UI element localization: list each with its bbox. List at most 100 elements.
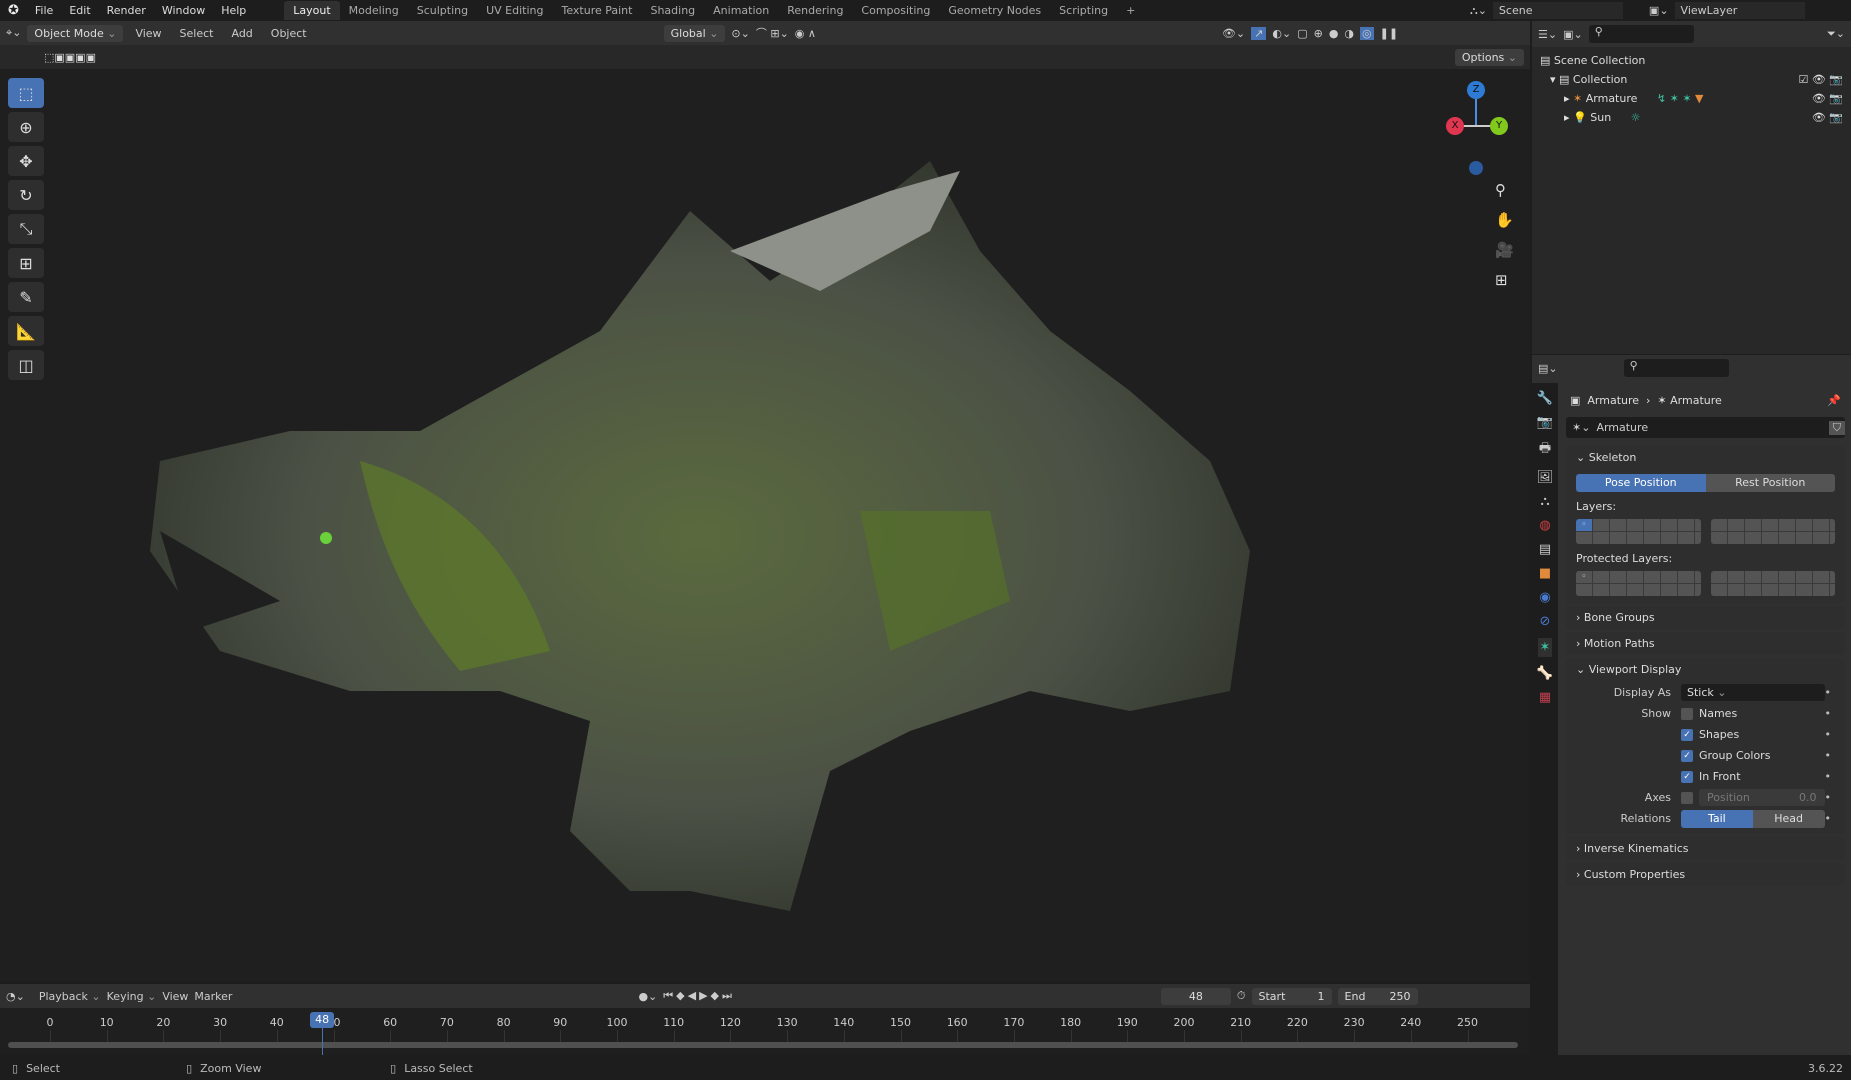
bone-tab-icon[interactable]: 🦴 [1537,666,1553,681]
menu-help[interactable]: Help [213,4,254,17]
3d-viewport[interactable]: ⌖⌄ Object Mode View Select Add Object Gl… [0,21,1530,981]
gizmo-y[interactable]: Y [1490,117,1508,135]
orientation-select[interactable]: Global [663,24,726,42]
workspace-tab-compositing[interactable]: Compositing [852,1,939,20]
workspace-tab-scripting[interactable]: Scripting [1050,1,1117,20]
proportional-edit-icon[interactable]: ◉ ∧ [795,27,816,40]
outliner-search[interactable]: ⚲ [1588,25,1694,43]
layer-cell[interactable] [1727,584,1744,596]
layer-cell[interactable] [1678,571,1694,583]
shading-wireframe-icon[interactable]: ⊕ [1314,27,1323,40]
workspace-tab-sculpting[interactable]: Sculpting [408,1,477,20]
layer-cell[interactable] [1812,584,1829,596]
workspace-tab-geometry-nodes[interactable]: Geometry Nodes [939,1,1050,20]
relations-tail-button[interactable]: Tail [1681,809,1753,828]
armature-row[interactable]: ▸ ✶ Armature ↯ ✶ ✶ ▼ 👁 📷 [1540,89,1843,108]
shading-material-icon[interactable]: ◑ [1344,27,1354,40]
layer-cell[interactable] [1678,532,1694,544]
texture-tab-icon[interactable]: ▦ [1539,690,1551,705]
layer-cell[interactable] [1744,571,1761,583]
display-as-select[interactable]: Stick [1681,684,1825,701]
workspace-tab-rendering[interactable]: Rendering [778,1,852,20]
shading-rendered-icon[interactable]: ◎ [1360,26,1374,40]
layer-cell[interactable] [1610,519,1626,531]
view-layer-tab-icon[interactable]: 🖼 [1537,470,1554,485]
protected-layers-grid[interactable]: ◦ [1576,571,1835,596]
pose-position-button[interactable]: Pose Position [1576,474,1706,492]
annotate-icon[interactable]: ✎ [8,282,44,312]
layer-cell[interactable] [1761,519,1778,531]
filter-view-icon[interactable]: ▣⌄ [1563,28,1583,41]
output-tab-icon[interactable]: 🖶 [1539,439,1551,461]
layer-cell[interactable] [1812,571,1829,583]
timeline-editor-icon[interactable]: ◔⌄ [6,990,25,1003]
layer-cell[interactable] [1610,532,1626,544]
layer-cell[interactable] [1627,571,1643,583]
layer-cell[interactable]: ◦ [1576,571,1592,583]
rest-position-button[interactable]: Rest Position [1705,474,1835,492]
layer-cell[interactable] [1576,532,1592,544]
workspace-tab--[interactable]: + [1117,1,1144,20]
rotate-icon[interactable]: ↻ [8,180,44,210]
menu-file[interactable]: File [27,4,61,17]
shading-solid-icon[interactable]: ● [1329,27,1339,40]
layer-cell[interactable] [1761,532,1778,544]
layer-cell[interactable] [1778,571,1795,583]
layer-cell[interactable] [1576,584,1592,596]
layer-cell[interactable] [1661,571,1677,583]
layer-cell[interactable] [1695,519,1701,531]
pin-icon[interactable]: 📌 [1827,394,1841,407]
layers-grid[interactable]: ◦ [1576,519,1835,544]
scene-field[interactable]: Scene [1492,2,1623,19]
layer-cell[interactable] [1593,519,1609,531]
zoom-icon[interactable]: ⚲ [1495,181,1514,199]
timeline-ruler[interactable]: 0102030405060708090100110120130140150160… [0,1008,1530,1055]
properties-search[interactable]: ⚲ [1623,359,1729,377]
group-colors-checkbox[interactable]: ✓ [1681,749,1693,762]
scene-tab-icon[interactable]: ⛬ [1540,494,1549,509]
xray-icon[interactable]: ▢ [1297,27,1307,40]
blender-logo-icon[interactable]: ✪ [0,3,27,18]
workspace-tab-modeling[interactable]: Modeling [340,1,408,20]
layer-cell[interactable] [1778,532,1795,544]
layer-cell[interactable] [1644,519,1660,531]
ortho-grid-icon[interactable]: ⊞ [1495,271,1514,289]
tool-tab-icon[interactable]: 🔧 [1537,391,1553,406]
options-button[interactable]: Options [1454,48,1524,66]
transform-icon[interactable]: ⊞ [8,248,44,278]
turtle-model[interactable] [130,131,1280,911]
layer-cell[interactable] [1710,571,1727,583]
layer-cell[interactable] [1710,532,1727,544]
workspace-tab-uv-editing[interactable]: UV Editing [477,1,552,20]
navigation-gizmo[interactable]: Z X Y [1440,76,1515,176]
layer-cell[interactable] [1761,571,1778,583]
object-tab-icon[interactable]: ■ [1539,566,1551,581]
timeline-view-menu[interactable]: View [162,990,188,1003]
pivot-icon[interactable]: ⊙⌄ [731,27,749,40]
view-layer-icon[interactable]: ▣⌄ [1649,4,1669,17]
layer-cell[interactable] [1727,571,1744,583]
workspace-tab-layout[interactable]: Layout [284,1,340,20]
layer-cell[interactable] [1829,519,1835,531]
bone-groups-panel[interactable]: › Bone Groups [1566,606,1845,629]
layer-cell[interactable] [1644,584,1660,596]
filter-icon[interactable]: ⏷⌄ [1827,27,1845,41]
axes-checkbox[interactable] [1681,791,1693,804]
collection-tab-icon[interactable]: ▤ [1539,542,1551,557]
viewport-display-header[interactable]: ⌄ Viewport Display [1576,663,1835,676]
gizmo-z[interactable]: Z [1467,81,1485,99]
playback-menu[interactable]: Playback [39,990,101,1003]
layer-cell[interactable] [1829,584,1835,596]
record-icon[interactable]: ●⌄ [638,990,657,1003]
layer-cell[interactable] [1710,519,1727,531]
layer-cell[interactable] [1593,584,1609,596]
physics-tab-icon[interactable]: ◉ [1539,590,1550,605]
selection-mode-icons[interactable]: ⬚▣▣▣▣ [44,51,96,64]
layer-cell[interactable] [1644,532,1660,544]
end-frame-field[interactable]: End 250 [1337,987,1418,1005]
snap-icon[interactable]: ⌒ ⊞⌄ [756,25,789,41]
layer-cell[interactable] [1627,584,1643,596]
render-tab-icon[interactable]: 📷 [1537,415,1553,430]
menu-add[interactable]: Add [225,27,258,40]
current-frame-field[interactable]: 48 [1160,987,1231,1005]
